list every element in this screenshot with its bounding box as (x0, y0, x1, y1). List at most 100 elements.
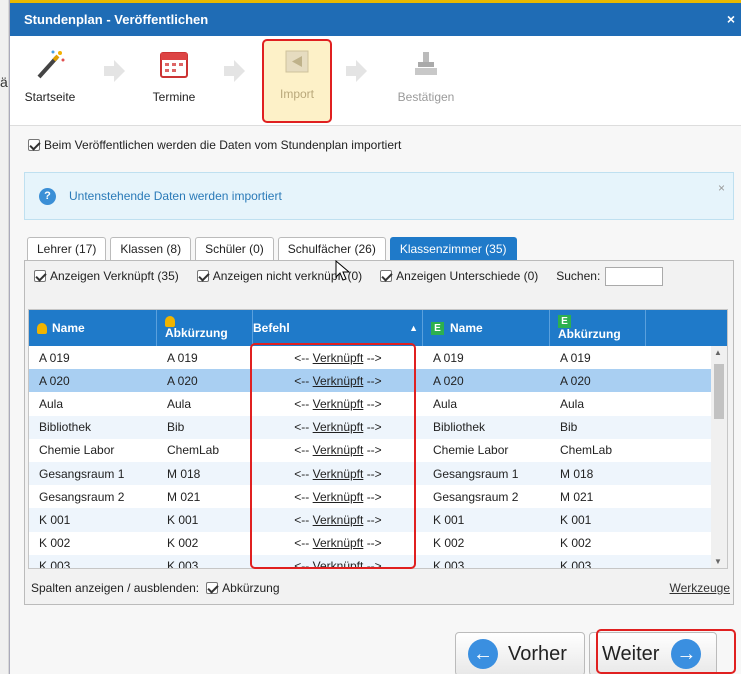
cell-command: <-- Verknüpft --> (253, 490, 423, 504)
scroll-up-icon[interactable]: ▲ (714, 348, 722, 357)
link-toggle[interactable]: Verknüpft (313, 374, 364, 388)
step-termine[interactable]: Termine (134, 44, 214, 104)
header-command[interactable]: Befehl ▲ (253, 310, 423, 346)
table-row[interactable]: Gesangsraum 2 M 021 <-- Verknüpft --> Gesan… (29, 485, 727, 508)
step-import[interactable]: Import (262, 39, 332, 123)
link-toggle[interactable]: Verknüpft (313, 443, 364, 457)
table-row[interactable]: Bibliothek Bib <-- Verknüpft --> Bibliothek… (29, 415, 727, 439)
link-toggle[interactable]: Verknüpft (313, 559, 364, 568)
table-row[interactable]: Aula Aula <-- Verknüpft --> Aula Aula (29, 392, 727, 415)
link-suffix: --> (366, 373, 382, 388)
cell-name: A 019 (39, 350, 70, 365)
link-suffix: --> (366, 536, 382, 551)
column-abbr-checkbox[interactable] (206, 582, 219, 594)
cell-abbr: ChemLab (167, 443, 220, 458)
tab-schulfaecher[interactable]: Schulfächer (26) (277, 237, 386, 260)
tab-klassenzimmer[interactable]: Klassenzimmer (35) (389, 237, 517, 260)
table-row[interactable]: K 002 K 002 <-- Verknüpft --> K 002 K 002 (29, 532, 727, 555)
tab-klassen[interactable]: Klassen (8) (110, 237, 192, 260)
table-row[interactable]: A 019 A 019 <-- Verknüpft --> A 019 A 019 (29, 346, 727, 369)
link-suffix: --> (366, 512, 382, 527)
cell-abbr-right: K 002 (560, 536, 592, 551)
table-row[interactable]: Chemie Labor ChemLab <-- Verknüpft --> Chem… (29, 439, 727, 462)
header-label: Abkürzung (165, 326, 228, 340)
link-toggle[interactable]: Verknüpft (313, 397, 364, 411)
link-prefix: <-- (294, 373, 310, 388)
cell-abbr-right: Aula (560, 396, 585, 411)
magic-wand-icon (10, 44, 90, 84)
table-row[interactable]: Gesangsraum 1 M 018 <-- Verknüpft --> Gesan… (29, 461, 727, 486)
cell-abbr-right: K 003 (560, 559, 592, 569)
next-button[interactable]: Weiter → (589, 632, 717, 674)
import-icon (264, 41, 330, 81)
cell-abbr: A 020 (167, 373, 198, 388)
next-button-label: Weiter (602, 642, 660, 665)
table-row[interactable]: K 001 K 001 <-- Verknüpft --> K 001 K 001 (29, 508, 727, 532)
sort-ascending-icon: ▲ (409, 323, 418, 333)
previous-button[interactable]: ← Vorher (455, 632, 585, 674)
cell-command: <-- Verknüpft --> (253, 536, 423, 550)
link-suffix: --> (366, 466, 382, 481)
header-name-left[interactable]: Name (29, 310, 157, 346)
cell-name-right: A 020 (433, 373, 464, 388)
filter-bar: Anzeigen Verknüpft (35) Anzeigen nicht v… (25, 261, 733, 291)
link-toggle[interactable]: Verknüpft (313, 536, 364, 550)
link-toggle[interactable]: Verknüpft (313, 467, 364, 481)
cell-command: <-- Verknüpft --> (253, 420, 423, 434)
grid-scrollbar[interactable]: ▲ ▼ (711, 346, 727, 568)
header-label: Befehl (253, 321, 290, 335)
header-abbr-left[interactable]: Abkürzung (157, 310, 253, 346)
cell-abbr: K 003 (167, 559, 199, 569)
cell-name-right: K 002 (433, 536, 465, 551)
cell-abbr-right: Bib (560, 420, 578, 435)
tools-link[interactable]: Werkzeuge (670, 581, 730, 595)
import-option[interactable]: Beim Veröffentlichen werden die Daten vo… (28, 138, 401, 152)
school-e-icon: E (431, 321, 444, 335)
column-abbr-toggle[interactable]: Abkürzung (206, 581, 280, 595)
cell-name-right: Gesangsraum 1 (433, 466, 519, 481)
close-icon[interactable]: × (718, 181, 725, 195)
table-row[interactable]: A 020 A 020 <-- Verknüpft --> A 020 A 020 (29, 369, 727, 393)
link-toggle[interactable]: Verknüpft (313, 490, 364, 504)
cell-abbr: M 018 (167, 466, 201, 481)
cell-abbr-right: M 021 (560, 489, 594, 504)
header-label: Abkürzung (558, 327, 621, 341)
cell-abbr: Aula (167, 396, 192, 411)
filter-differences-checkbox[interactable] (380, 270, 393, 282)
link-toggle[interactable]: Verknüpft (313, 351, 364, 365)
tab-lehrer[interactable]: Lehrer (17) (27, 237, 107, 260)
scroll-thumb[interactable] (714, 364, 724, 419)
close-icon[interactable]: × (727, 11, 735, 27)
link-suffix: --> (366, 489, 382, 504)
header-label: Name (52, 321, 85, 335)
import-option-label: Beim Veröffentlichen werden die Daten vo… (44, 138, 402, 152)
link-toggle[interactable]: Verknüpft (313, 513, 364, 527)
link-prefix: <-- (294, 420, 310, 435)
filter-unlinked-checkbox[interactable] (196, 270, 209, 282)
step-label: Termine (152, 90, 196, 104)
filter-linked-checkbox[interactable] (34, 270, 46, 282)
link-suffix: --> (366, 420, 382, 435)
tab-panel: Anzeigen Verknüpft (35) Anzeigen nicht v… (24, 260, 734, 605)
header-name-right[interactable]: E Name (423, 310, 550, 346)
wizard-steps: Startseite Termine Import Bestätigen (10, 36, 741, 126)
cell-name: K 003 (39, 559, 71, 569)
filter-linked[interactable]: Anzeigen Verknüpft (35) (34, 269, 179, 283)
link-toggle[interactable]: Verknüpft (313, 420, 364, 434)
tab-schueler[interactable]: Schüler (0) (195, 237, 274, 260)
search-input[interactable] (605, 266, 664, 286)
cell-command: <-- Verknüpft --> (253, 467, 423, 481)
scroll-down-icon[interactable]: ▼ (714, 557, 722, 566)
step-bestaetigen[interactable]: Bestätigen (386, 44, 466, 104)
background-window-strip: ä (0, 0, 9, 674)
step-startseite[interactable]: Startseite (10, 44, 90, 104)
import-checkbox[interactable] (28, 139, 40, 151)
cell-abbr: A 019 (167, 350, 198, 365)
header-abbr-right[interactable]: E Abkürzung (550, 310, 646, 346)
step-label: Bestätigen (397, 90, 455, 104)
table-row[interactable]: K 003 K 003 <-- Verknüpft --> K 003 K 003 (29, 554, 727, 569)
filter-differences[interactable]: Anzeigen Unterschiede (0) (380, 269, 538, 283)
calendar-icon (134, 44, 214, 84)
cell-name: K 002 (39, 536, 71, 551)
cell-abbr-right: A 019 (560, 350, 591, 365)
